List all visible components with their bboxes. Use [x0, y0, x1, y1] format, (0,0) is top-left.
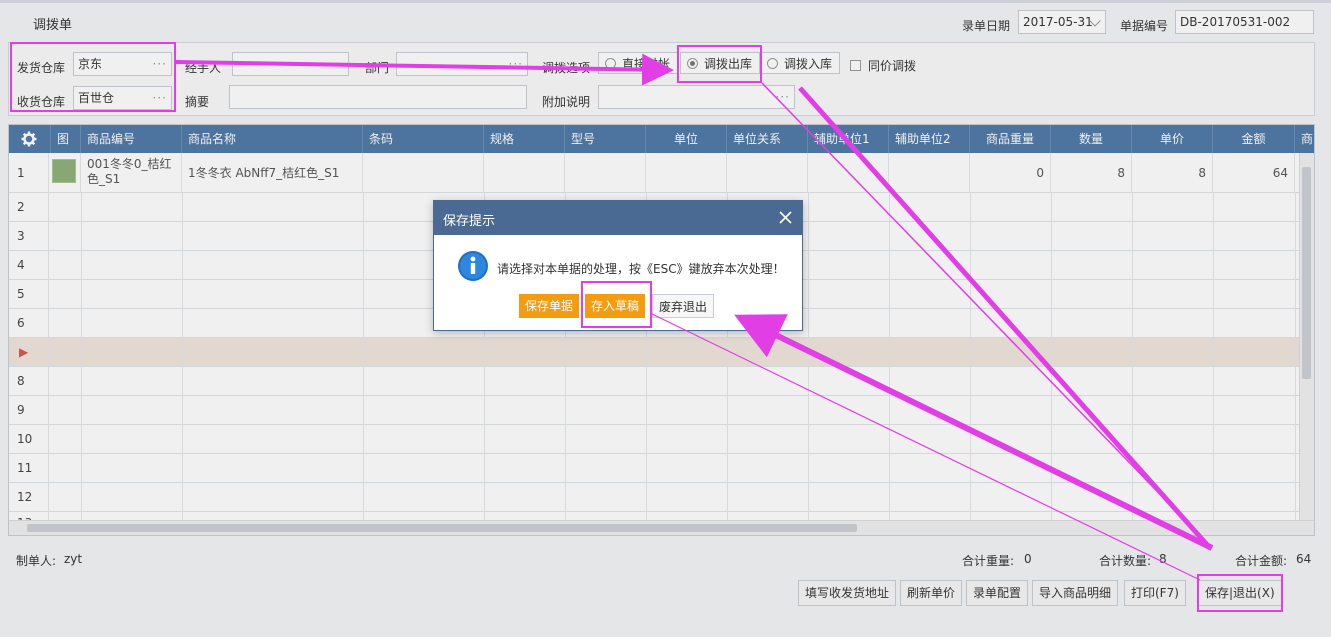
arrow-line	[798, 86, 1212, 550]
arrow-line	[734, 314, 1214, 551]
arrow-line	[175, 53, 674, 86]
annotation-arrows	[175, 53, 1214, 581]
